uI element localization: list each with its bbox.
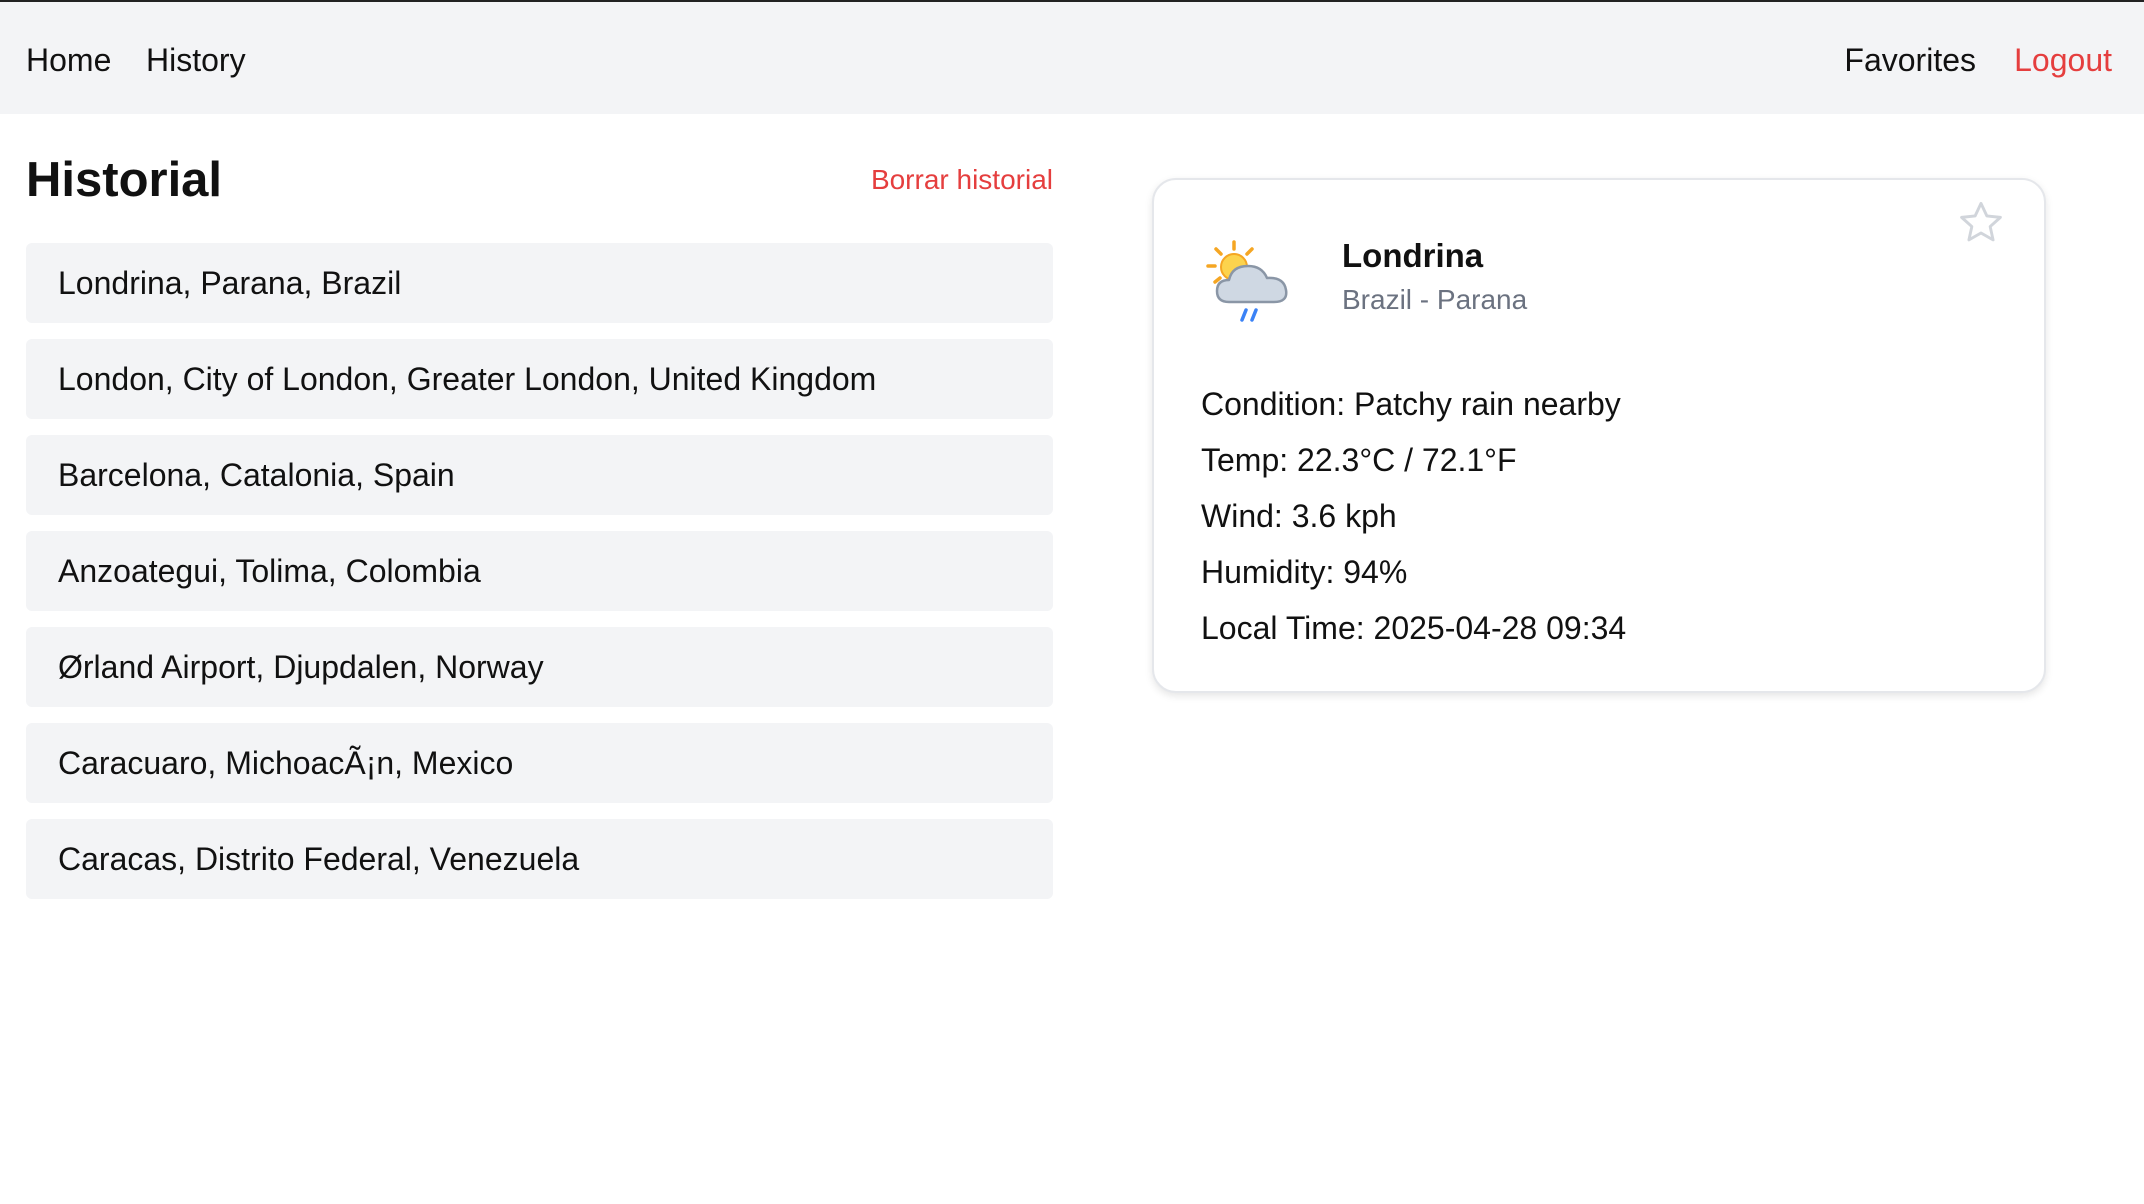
nav-home-link[interactable]: Home	[26, 36, 111, 84]
nav-history-link[interactable]: History	[146, 36, 246, 84]
patchy-rain-icon	[1206, 240, 1288, 322]
city-name: Londrina	[1342, 237, 1484, 274]
wind-text: Wind: 3.6 kph	[1201, 498, 1397, 534]
history-item[interactable]: Londrina, Parana, Brazil	[26, 243, 1053, 323]
history-item[interactable]: Caracuaro, MichoacÃ¡n, Mexico	[26, 723, 1053, 803]
weather-card: Londrina Brazil - Parana Condition: Patc…	[1152, 178, 2046, 693]
history-item[interactable]: Barcelona, Catalonia, Spain	[26, 435, 1053, 515]
city-region: Brazil - Parana	[1342, 284, 1528, 315]
condition-text: Condition: Patchy rain nearby	[1201, 386, 1621, 422]
history-list: Londrina, Parana, Brazil London, City of…	[26, 243, 1053, 915]
history-item[interactable]: London, City of London, Greater London, …	[26, 339, 1053, 419]
logout-link[interactable]: Logout	[2014, 36, 2112, 84]
humidity-text: Humidity: 94%	[1201, 554, 1408, 590]
weather-details: Condition: Patchy rain nearby Temp: 22.3…	[1201, 376, 1626, 656]
clear-history-button[interactable]: Borrar historial	[871, 160, 1053, 200]
page-title: Historial	[26, 153, 223, 207]
temperature-text: Temp: 22.3°C / 72.1°F	[1201, 442, 1517, 478]
nav-favorites-link[interactable]: Favorites	[1844, 36, 1976, 84]
history-item[interactable]: Caracas, Distrito Federal, Venezuela	[26, 819, 1053, 899]
top-navbar: Home History Favorites Logout	[0, 0, 2144, 114]
local-time-text: Local Time: 2025-04-28 09:34	[1201, 610, 1627, 646]
history-item[interactable]: Ørland Airport, Djupdalen, Norway	[26, 627, 1053, 707]
history-item[interactable]: Anzoategui, Tolima, Colombia	[26, 531, 1053, 611]
star-outline-icon[interactable]	[1956, 198, 2006, 248]
